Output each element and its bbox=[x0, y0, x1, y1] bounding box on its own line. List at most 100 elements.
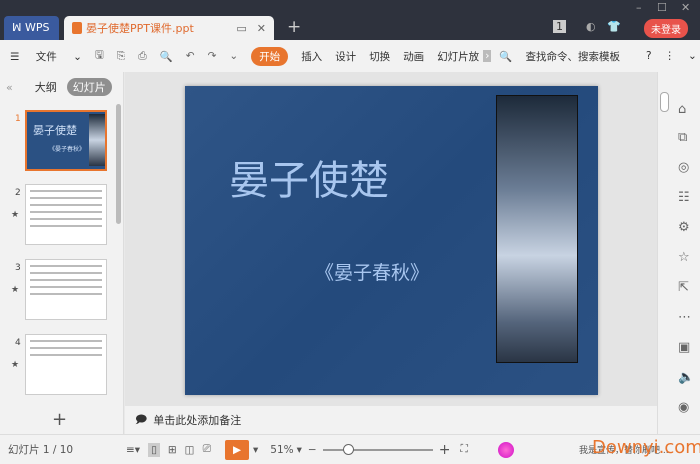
collapse-panel-icon[interactable]: « bbox=[6, 81, 13, 94]
thumb-subtitle: 《晏子春秋》 bbox=[49, 146, 86, 153]
format-painter-icon[interactable]: ⎘ bbox=[117, 50, 125, 63]
tab-animation[interactable]: 动画 bbox=[403, 49, 424, 64]
watermark-logo: Downyi.com bbox=[592, 437, 700, 458]
tab-outline[interactable]: 大纲 bbox=[35, 79, 57, 95]
shirt-icon[interactable]: 👕 bbox=[607, 20, 621, 33]
animation-star-icon: ★ bbox=[11, 210, 20, 220]
print-icon[interactable]: ⎙ bbox=[138, 50, 146, 63]
right-sidebar: ⌂ ⧉ ◎ ☷ ⚙ ☆ ⇱ ⋯ ▣ 🔈 ◉ bbox=[657, 72, 700, 434]
more-options-icon[interactable]: ⋮ bbox=[665, 50, 676, 62]
play-dropdown-icon[interactable]: ▾ bbox=[253, 444, 258, 456]
reading-view-icon[interactable]: ◫ bbox=[185, 444, 195, 456]
zoom-out-button[interactable]: − bbox=[308, 444, 317, 456]
backup-icon[interactable]: ◉ bbox=[678, 400, 689, 415]
pin-icon[interactable]: ▭ bbox=[236, 22, 246, 35]
collapse-ribbon-icon[interactable]: ⌄ bbox=[688, 50, 697, 62]
tab-slideshow[interactable]: 幻灯片放 bbox=[437, 49, 479, 64]
slide-number: 4 bbox=[15, 338, 21, 348]
tab-slides[interactable]: 幻灯片 bbox=[66, 78, 112, 96]
document-tab[interactable]: 晏子使楚PPT课件.ppt ▭ ✕ bbox=[64, 16, 274, 40]
status-bar: 幻灯片 1 / 10 ≡▾ ▯ ⊞ ◫ ⎚ ▶ ▾ 51% ▾ − + ⛶ 我是… bbox=[0, 434, 700, 464]
tab-transition[interactable]: 切换 bbox=[369, 49, 390, 64]
more-dropdown-icon[interactable]: ⌄ bbox=[229, 50, 238, 62]
undo-icon[interactable]: ↶ bbox=[186, 50, 195, 62]
print-preview-icon[interactable]: 🔍 bbox=[160, 50, 173, 63]
slide-canvas: 晏子使楚 《晏子春秋》 bbox=[125, 72, 657, 406]
slide-sorter-icon[interactable]: ⊞ bbox=[168, 444, 177, 456]
slide-number: 2 bbox=[15, 188, 21, 198]
add-slide-button[interactable]: + bbox=[52, 409, 67, 430]
zoom-dropdown-icon[interactable]: ▾ bbox=[297, 444, 302, 456]
share-icon[interactable]: ⇱ bbox=[678, 280, 689, 295]
file-menu[interactable]: ☰ 文件 ⌄ bbox=[10, 49, 82, 64]
slide-counter: 幻灯片 1 / 10 bbox=[8, 444, 74, 456]
slide-title[interactable]: 晏子使楚 bbox=[229, 148, 389, 206]
user-avatar[interactable] bbox=[497, 441, 514, 458]
notes-toggle-icon[interactable]: ≡▾ bbox=[126, 444, 140, 456]
animation-star-icon: ★ bbox=[11, 285, 20, 295]
audio-icon[interactable]: 🔈 bbox=[678, 370, 694, 385]
close-tab-icon[interactable]: ✕ bbox=[257, 22, 266, 35]
close-window-button[interactable]: ✕ bbox=[681, 1, 690, 14]
wps-home-tab[interactable]: ꟽ WPS bbox=[4, 16, 59, 40]
slide-number: 3 bbox=[15, 263, 21, 273]
fit-window-icon[interactable]: ⛶ bbox=[460, 443, 467, 456]
help-button[interactable]: ? bbox=[646, 50, 652, 62]
notes-placeholder: 单击此处添加备注 bbox=[153, 414, 242, 427]
slide-panel: « 大纲 幻灯片 1 晏子使楚 《晏子春秋》 2 ★ 3 ★ 4 ★ + bbox=[0, 72, 124, 434]
tab-start[interactable]: 开始 bbox=[251, 46, 289, 66]
notes-area[interactable]: 🗩 单击此处添加备注 bbox=[125, 406, 657, 434]
normal-view-icon[interactable]: ▯ bbox=[148, 442, 160, 457]
new-tab-button[interactable]: + bbox=[287, 17, 301, 37]
slide-subtitle[interactable]: 《晏子春秋》 bbox=[315, 258, 429, 285]
copy-icon[interactable]: ⧉ bbox=[678, 130, 687, 145]
title-bar: ꟽ WPS 晏子使楚PPT课件.ppt ▭ ✕ + 1 ◐ 👕 未登录 – ☐ ✕ bbox=[0, 0, 700, 40]
file-label: 文件 bbox=[35, 50, 57, 63]
image-icon[interactable]: ▣ bbox=[678, 340, 690, 355]
zoom-in-button[interactable]: + bbox=[439, 442, 451, 458]
slide-thumbnail[interactable]: 2 ★ bbox=[0, 184, 118, 248]
more-icon[interactable]: ⋯ bbox=[678, 310, 691, 325]
ppt-file-icon bbox=[72, 22, 82, 34]
landscape-painting-image[interactable] bbox=[496, 95, 578, 363]
tab-design[interactable]: 设计 bbox=[335, 49, 356, 64]
thumbnail-scrollbar[interactable] bbox=[116, 104, 121, 224]
minimize-button[interactable]: – bbox=[636, 1, 642, 14]
settings-sliders-icon[interactable]: ☷ bbox=[678, 190, 690, 205]
command-search[interactable]: 🔍 查找命令、搜索模板 bbox=[499, 49, 633, 64]
slide-thumbnail[interactable]: 1 晏子使楚 《晏子春秋》 bbox=[0, 110, 118, 174]
star-icon[interactable]: ☆ bbox=[678, 250, 690, 265]
save-icon[interactable]: 🖫 bbox=[95, 47, 104, 65]
thumb-title: 晏子使楚 bbox=[33, 124, 77, 137]
slide-number: 1 bbox=[15, 114, 21, 124]
maximize-button[interactable]: ☐ bbox=[657, 1, 667, 14]
zoom-level[interactable]: 51% bbox=[270, 444, 293, 456]
search-icon: 🔍 bbox=[499, 50, 513, 63]
slide-thumbnail[interactable]: 3 ★ bbox=[0, 259, 118, 323]
vertical-scrollbar[interactable] bbox=[660, 92, 669, 112]
ribbon-toolbar: ☰ 文件 ⌄ 🖫 ⎘ ⎙ 🔍 ↶ ↷ ⌄ 开始 插入 设计 切换 动画 幻灯片放… bbox=[0, 40, 700, 72]
zoom-slider-knob[interactable] bbox=[342, 443, 354, 455]
shape-icon[interactable]: ⌂ bbox=[678, 102, 686, 117]
shapes-icon[interactable]: ◎ bbox=[678, 160, 689, 175]
scroll-tabs-right[interactable]: › bbox=[483, 50, 492, 62]
login-button[interactable]: 未登录 bbox=[644, 19, 688, 38]
current-slide[interactable]: 晏子使楚 《晏子春秋》 bbox=[185, 86, 598, 395]
tool-icon[interactable]: ⚙ bbox=[678, 220, 690, 235]
slide-thumbnail[interactable]: 4 ★ bbox=[0, 334, 118, 398]
search-label: 查找命令、搜索模板 bbox=[525, 50, 620, 63]
wps-label: WPS bbox=[25, 21, 50, 34]
skin-icon[interactable]: ◐ bbox=[586, 20, 596, 33]
animation-star-icon: ★ bbox=[11, 360, 20, 370]
zoom-slider[interactable] bbox=[322, 443, 433, 455]
thumb-painting bbox=[89, 114, 105, 166]
document-tab-label: 晏子使楚PPT课件.ppt bbox=[86, 22, 194, 35]
menu-icon: ☰ bbox=[10, 50, 23, 63]
redo-icon[interactable]: ↷ bbox=[208, 50, 217, 62]
notes-icon: 🗩 bbox=[135, 412, 148, 426]
play-slideshow-button[interactable]: ▶ bbox=[225, 439, 249, 460]
wps-logo-icon: ꟽ bbox=[12, 21, 25, 34]
tab-insert[interactable]: 插入 bbox=[301, 49, 322, 64]
presenter-icon[interactable]: ⎚ bbox=[203, 443, 211, 456]
window-count-badge[interactable]: 1 bbox=[553, 20, 566, 33]
